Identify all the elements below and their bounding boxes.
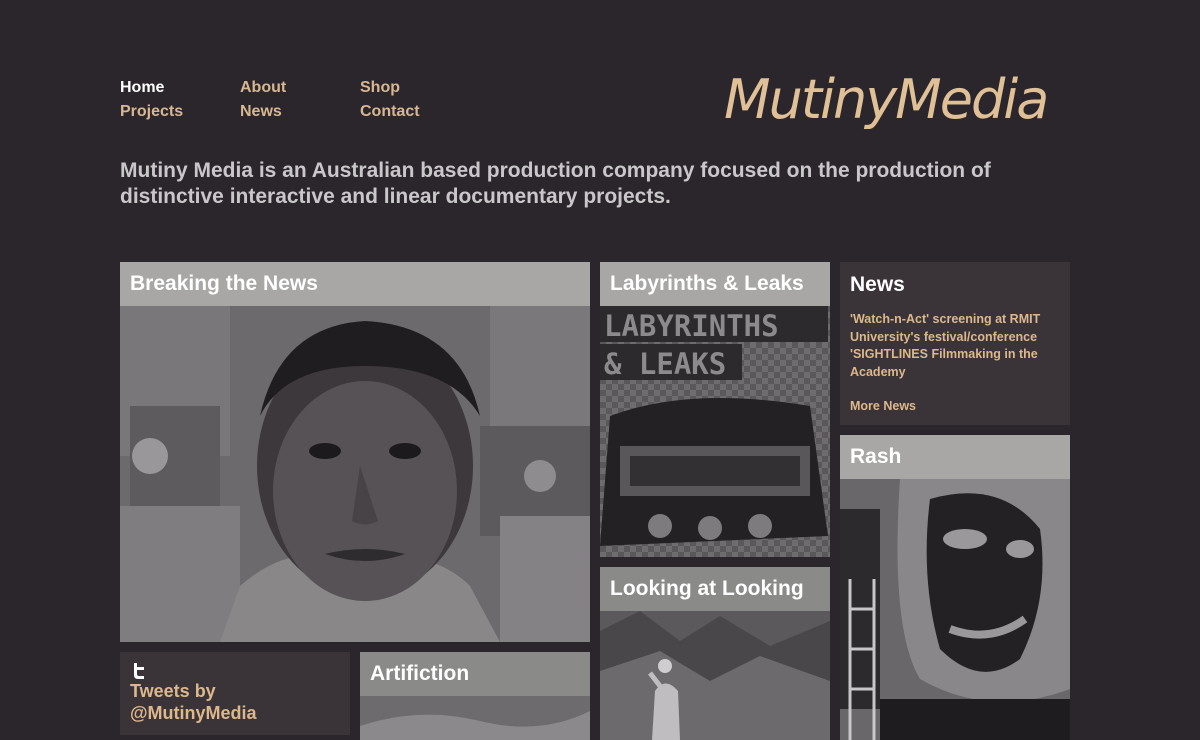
tweets-label: Tweets by @MutinyMedia: [130, 680, 257, 724]
site-logo[interactable]: MutinyMedia: [724, 68, 1084, 141]
tile-title: Artifiction: [360, 652, 590, 696]
labyrinths-art-text-2: & LEAKS: [604, 347, 726, 381]
breaking-news-image: [120, 306, 590, 642]
news-item[interactable]: 'Watch-n-Act' screening at RMIT Universi…: [850, 311, 1060, 381]
news-heading: News: [850, 273, 905, 296]
tile-labyrinths-and-leaks[interactable]: Labyrinths & Leaks LABYRINTHS & LEAKS: [600, 262, 830, 557]
looking-image: [600, 611, 830, 740]
tile-rash[interactable]: Rash: [840, 435, 1070, 740]
tile-title: Looking at Looking: [600, 567, 830, 611]
twitter-icon: [134, 663, 144, 679]
tile-title: Rash: [840, 435, 1070, 479]
nav-projects[interactable]: Projects: [120, 103, 183, 121]
artifiction-image: [360, 696, 590, 740]
tagline: Mutiny Media is an Australian based prod…: [120, 159, 991, 208]
tile-artifiction[interactable]: Artifiction: [360, 652, 590, 740]
tile-looking-at-looking[interactable]: Looking at Looking: [600, 567, 830, 740]
tile-breaking-the-news[interactable]: Breaking the News: [120, 262, 590, 642]
labyrinths-art-text-1: LABYRINTHS: [604, 309, 779, 343]
tile-title: Breaking the News: [120, 262, 590, 306]
nav-about[interactable]: About: [240, 79, 286, 97]
nav-news[interactable]: News: [240, 103, 282, 121]
tile-title: Labyrinths & Leaks: [600, 262, 830, 306]
tweets-label-line1: Tweets by: [130, 681, 216, 701]
logo-wordmark: MutinyMedia: [724, 68, 1049, 131]
logo-text: MutinyMedia: [724, 72, 1047, 131]
nav-home[interactable]: Home: [120, 79, 164, 97]
tweets-handle[interactable]: @MutinyMedia: [130, 703, 257, 723]
tweets-panel[interactable]: Tweets by @MutinyMedia: [120, 652, 350, 735]
rash-image: [840, 479, 1070, 740]
labyrinths-image: LABYRINTHS & LEAKS: [600, 306, 830, 557]
more-news-link[interactable]: More News: [850, 399, 916, 413]
nav-contact[interactable]: Contact: [360, 103, 420, 121]
nav-shop[interactable]: Shop: [360, 79, 400, 97]
news-panel: News 'Watch-n-Act' screening at RMIT Uni…: [840, 262, 1070, 425]
